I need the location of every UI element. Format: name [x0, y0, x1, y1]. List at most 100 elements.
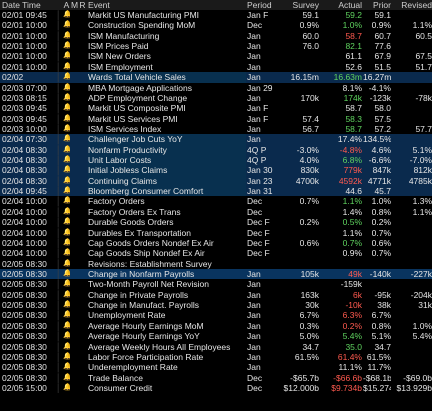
alert-bell-icon[interactable]: 🔔: [63, 114, 70, 124]
alert-bell-icon[interactable]: 🔔: [63, 93, 70, 103]
table-row[interactable]: 02/05 08:30 │ 🔔 Change in Private Payrolls J…: [0, 290, 432, 300]
col-r[interactable]: R: [79, 0, 86, 10]
col-m[interactable]: M: [71, 0, 78, 10]
table-row[interactable]: 02/04 10:00 │ 🔔 Durables Ex Transportation D…: [0, 228, 432, 238]
table-row[interactable]: 02/05 08:30 │ 🔔 Two-Month Payroll Net Revis…: [0, 279, 432, 289]
table-row[interactable]: 02/01 10:00 │ 🔔 ISM Employment Jan 52.6 51.5 51…: [0, 62, 432, 72]
event-name[interactable]: Underemployment Rate: [88, 362, 246, 372]
event-name[interactable]: Change in Manufact. Payrolls: [88, 300, 246, 310]
alert-bell-icon[interactable]: 🔔: [63, 176, 70, 186]
table-row[interactable]: 02/05 08:30 │ 🔔 Average Weekly Hours All Em…: [0, 342, 432, 352]
table-row[interactable]: 02/04 10:00 │ 🔔 Factory Orders Ex Trans Dec 1…: [0, 207, 432, 217]
event-name[interactable]: Unemployment Rate: [88, 310, 246, 320]
alert-bell-icon[interactable]: 🔔: [63, 352, 70, 362]
alert-bell-icon[interactable]: 🔔: [63, 134, 70, 144]
event-name[interactable]: Average Weekly Hours All Employees: [88, 342, 246, 352]
col-event[interactable]: Event: [88, 0, 246, 10]
event-name[interactable]: Change in Nonfarm Payrolls: [88, 269, 246, 279]
table-row[interactable]: 02/04 10:00 │ 🔔 Durable Goods Orders Dec F 0.…: [0, 217, 432, 227]
table-row[interactable]: 02/04 07:30 │ 🔔 Challenger Job Cuts YoY Jan 1…: [0, 134, 432, 145]
col-survey[interactable]: Survey: [278, 0, 319, 10]
event-name[interactable]: ADP Employment Change: [88, 93, 246, 103]
event-name[interactable]: Cap Goods Ship Nondef Ex Air: [88, 248, 246, 258]
event-name[interactable]: Markit US Manufacturing PMI: [88, 10, 246, 20]
table-row[interactable]: 02/01 10:00 │ 🔔 Construction Spending MoM De…: [0, 20, 432, 30]
event-name[interactable]: Two-Month Payroll Net Revision: [88, 279, 246, 289]
col-alert[interactable]: A: [63, 0, 70, 10]
alert-bell-icon[interactable]: 🔔: [63, 362, 70, 372]
event-name[interactable]: Construction Spending MoM: [88, 20, 246, 30]
table-row[interactable]: 02/01 10:00 │ 🔔 ISM New Orders Jan 61.1 67.9 67…: [0, 51, 432, 61]
event-name[interactable]: ISM Prices Paid: [88, 41, 246, 51]
table-row[interactable]: 02/05 08:30 │ 🔔 Labor Force Participation R…: [0, 352, 432, 362]
table-row[interactable]: 02/04 10:00 │ 🔔 Cap Goods Ship Nondef Ex Ai…: [0, 248, 432, 258]
alert-bell-icon[interactable]: 🔔: [63, 228, 70, 238]
table-row[interactable]: 02/05 08:30 │ 🔔 Average Hourly Earnings MoM…: [0, 321, 432, 331]
event-name[interactable]: Durables Ex Transportation: [88, 228, 246, 238]
alert-bell-icon[interactable]: 🔔: [63, 290, 70, 300]
table-row[interactable]: 02/05 08:30 │ 🔔 Revisions: Establishment Su…: [0, 259, 432, 269]
event-name[interactable]: MBA Mortgage Applications: [88, 83, 246, 93]
table-row[interactable]: 02/03 09:45 │ 🔔 Markit US Composite PMI Jan …: [0, 103, 432, 113]
alert-bell-icon[interactable]: 🔔: [63, 196, 70, 206]
event-name[interactable]: Labor Force Participation Rate: [88, 352, 246, 362]
alert-bell-icon[interactable]: 🔔: [63, 165, 70, 175]
event-name[interactable]: Durable Goods Orders: [88, 217, 246, 227]
event-name[interactable]: Factory Orders Ex Trans: [88, 207, 246, 217]
alert-bell-icon[interactable]: 🔔: [63, 207, 70, 217]
alert-bell-icon[interactable]: 🔔: [63, 310, 70, 320]
table-row[interactable]: 02/04 10:00 │ 🔔 Factory Orders Dec 0.7% 1.1% 1.…: [0, 196, 432, 206]
table-row[interactable]: 02/04 08:30 │ 🔔 Continuing Claims Jan 23 4700…: [0, 175, 432, 187]
event-name[interactable]: Cap Goods Orders Nondef Ex Air: [88, 238, 246, 248]
event-name[interactable]: Factory Orders: [88, 196, 246, 206]
table-row[interactable]: 02/03 08:15 │ 🔔 ADP Employment Change Jan 170…: [0, 93, 432, 103]
table-row[interactable]: 02/01 10:00 │ 🔔 ISM Manufacturing Jan 60.0 58.…: [0, 31, 432, 41]
event-name[interactable]: Bloomberg Consumer Comfort: [88, 186, 246, 197]
alert-bell-icon[interactable]: 🔔: [63, 248, 70, 258]
event-name[interactable]: Wards Total Vehicle Sales: [88, 72, 246, 83]
event-name[interactable]: Average Hourly Earnings YoY: [88, 331, 246, 341]
alert-bell-icon[interactable]: 🔔: [63, 279, 70, 289]
alert-bell-icon[interactable]: 🔔: [63, 300, 70, 310]
alert-bell-icon[interactable]: 🔔: [63, 124, 70, 134]
alert-bell-icon[interactable]: 🔔: [63, 20, 70, 30]
alert-bell-icon[interactable]: 🔔: [63, 103, 70, 113]
event-name[interactable]: ISM Employment: [88, 62, 246, 72]
event-name[interactable]: Change in Private Payrolls: [88, 290, 246, 300]
alert-bell-icon[interactable]: 🔔: [63, 41, 70, 51]
table-row[interactable]: 02/05 08:30 │ 🔔 Underemployment Rate Jan 11.1…: [0, 362, 432, 372]
table-row[interactable]: 02/01 10:00 │ 🔔 ISM Prices Paid Jan 76.0 82.1 7…: [0, 41, 432, 51]
alert-bell-icon[interactable]: 🔔: [63, 238, 70, 248]
event-name[interactable]: Nonfarm Productivity: [88, 144, 246, 156]
event-name[interactable]: Initial Jobless Claims: [88, 165, 246, 176]
alert-bell-icon[interactable]: 🔔: [63, 155, 70, 165]
event-name[interactable]: Markit US Services PMI: [88, 114, 246, 124]
col-revised[interactable]: Revised: [392, 0, 432, 10]
col-period[interactable]: Period: [247, 0, 277, 10]
alert-bell-icon[interactable]: 🔔: [63, 373, 70, 383]
event-name[interactable]: Average Hourly Earnings MoM: [88, 321, 246, 331]
col-actual[interactable]: Actual: [320, 0, 362, 10]
event-name[interactable]: ISM Services Index: [88, 124, 246, 134]
table-row[interactable]: 02/04 08:30 │ 🔔 Unit Labor Costs 4Q P 4.0% 6.8…: [0, 155, 432, 166]
event-name[interactable]: Markit US Composite PMI: [88, 103, 246, 113]
alert-bell-icon[interactable]: 🔔: [63, 83, 70, 93]
col-date-time[interactable]: Date Time: [2, 0, 54, 10]
alert-bell-icon[interactable]: 🔔: [63, 31, 70, 41]
event-name[interactable]: Trade Balance: [88, 373, 246, 383]
alert-bell-icon[interactable]: 🔔: [63, 342, 70, 352]
alert-bell-icon[interactable]: 🔔: [63, 383, 70, 393]
alert-bell-icon[interactable]: 🔔: [63, 217, 70, 227]
table-row[interactable]: 02/04 10:00 │ 🔔 Cap Goods Orders Nondef Ex …: [0, 238, 432, 248]
event-name[interactable]: Consumer Credit: [88, 383, 246, 393]
event-name[interactable]: Continuing Claims: [88, 175, 246, 187]
alert-bell-icon[interactable]: 🔔: [63, 269, 70, 279]
alert-bell-icon[interactable]: 🔔: [63, 259, 70, 269]
table-row[interactable]: 02/04 08:30 │ 🔔 Nonfarm Productivity 4Q P -3.…: [0, 144, 432, 156]
event-name[interactable]: Unit Labor Costs: [88, 155, 246, 166]
event-name[interactable]: Challenger Job Cuts YoY: [88, 134, 246, 145]
table-row[interactable]: 02/03 09:45 │ 🔔 Markit US Services PMI Jan F…: [0, 114, 432, 124]
alert-bell-icon[interactable]: 🔔: [63, 186, 70, 196]
alert-bell-icon[interactable]: 🔔: [63, 62, 70, 72]
table-row[interactable]: 02/03 07:00 │ 🔔 MBA Mortgage Applications Ja…: [0, 83, 432, 93]
